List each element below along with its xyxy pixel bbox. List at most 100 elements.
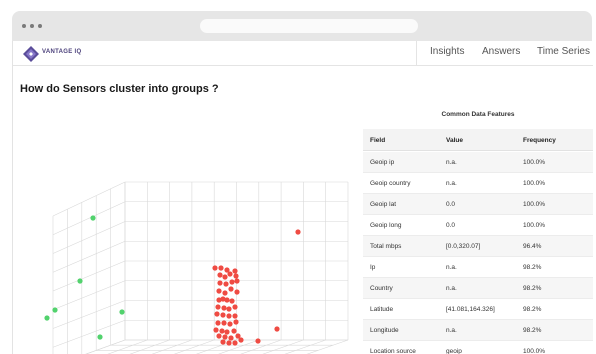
common-features-panel: Common Data Features Field Value Frequen…	[363, 106, 593, 354]
data-point-red[interactable]	[217, 272, 223, 278]
nav-time-series[interactable]: Time Series	[537, 46, 590, 57]
data-point-red[interactable]	[233, 319, 239, 325]
data-point-red[interactable]	[274, 326, 280, 332]
table-row: Ip n.a. 98.2%	[363, 257, 593, 278]
data-point-green[interactable]	[97, 334, 103, 340]
column-header-frequency: Frequency	[523, 137, 556, 144]
table-row: Total mbps [0.0,320.07] 96.4%	[363, 236, 593, 257]
data-point-green[interactable]	[44, 315, 50, 321]
field-cell: Geoip lat	[370, 201, 397, 208]
data-point-red[interactable]	[232, 313, 238, 319]
data-point-red[interactable]	[220, 339, 226, 345]
grid-line	[52, 280, 126, 311]
nav-answers[interactable]: Answers	[482, 46, 520, 57]
vantage-logo-icon	[23, 46, 39, 62]
table-row: Geoip country n.a. 100.0%	[363, 173, 593, 194]
cluster-3d-scatter-chart[interactable]	[13, 96, 363, 354]
table-row: Country n.a. 98.2%	[363, 278, 593, 299]
frequency-cell: 100.0%	[523, 201, 546, 208]
frequency-cell: 100.0%	[523, 159, 546, 166]
data-point-green[interactable]	[52, 307, 58, 313]
data-point-red[interactable]	[217, 280, 223, 286]
address-bar[interactable]	[200, 19, 418, 33]
grid-line	[52, 221, 126, 254]
nav-insights[interactable]: Insights	[430, 46, 464, 57]
value-cell: [0.0,320.07]	[446, 243, 481, 250]
grid-line	[52, 260, 126, 292]
frequency-cell: 100.0%	[523, 222, 546, 229]
app-window: VANTAGE IQ Insights Answers Time Series …	[12, 41, 593, 354]
data-point-red[interactable]	[228, 335, 234, 341]
data-point-red[interactable]	[226, 306, 232, 312]
grid-line	[52, 181, 126, 217]
data-point-red[interactable]	[215, 320, 221, 326]
table-row: Geoip ip n.a. 100.0%	[363, 152, 593, 173]
data-point-red[interactable]	[215, 304, 221, 310]
data-point-red[interactable]	[233, 273, 239, 279]
value-cell: 0.0	[446, 222, 456, 229]
data-point-red[interactable]	[226, 340, 232, 346]
data-point-red[interactable]	[232, 268, 238, 274]
data-point-green[interactable]	[77, 278, 83, 284]
browser-chrome	[12, 11, 592, 41]
window-dot-icon[interactable]	[38, 24, 42, 28]
chart-grid	[52, 181, 349, 354]
data-point-red[interactable]	[295, 229, 301, 235]
value-cell: geoip	[446, 348, 462, 354]
data-point-red[interactable]	[228, 286, 234, 292]
table-row: Location source geoip 100.0%	[363, 341, 593, 354]
field-cell: Longitude	[370, 327, 399, 334]
table-row: Longitude n.a. 98.2%	[363, 320, 593, 341]
window-dot-icon[interactable]	[30, 24, 34, 28]
data-point-red[interactable]	[232, 304, 238, 310]
nav-divider	[416, 41, 417, 66]
data-point-red[interactable]	[222, 334, 228, 340]
data-point-red[interactable]	[234, 278, 240, 284]
value-cell: n.a.	[446, 327, 457, 334]
field-cell: Geoip long	[370, 222, 402, 229]
data-point-red[interactable]	[227, 321, 233, 327]
window-dot-icon[interactable]	[22, 24, 26, 28]
data-point-red[interactable]	[221, 320, 227, 326]
data-point-red[interactable]	[231, 328, 237, 334]
data-point-red[interactable]	[212, 265, 218, 271]
data-point-red[interactable]	[214, 311, 220, 317]
value-cell: 0.0	[446, 201, 456, 208]
frequency-cell: 98.2%	[523, 285, 542, 292]
data-point-red[interactable]	[213, 327, 219, 333]
value-cell: n.a.	[446, 264, 457, 271]
table-row: Latitude [41.081,164.326] 98.2%	[363, 299, 593, 320]
data-point-red[interactable]	[216, 333, 222, 339]
data-point-red[interactable]	[219, 328, 225, 334]
top-navigation: VANTAGE IQ Insights Answers Time Series	[13, 41, 593, 66]
data-point-red[interactable]	[255, 338, 261, 344]
frequency-cell: 100.0%	[523, 180, 546, 187]
data-point-red[interactable]	[229, 279, 235, 285]
data-point-green[interactable]	[119, 309, 125, 315]
field-cell: Geoip country	[370, 180, 411, 187]
data-point-green[interactable]	[90, 215, 96, 221]
data-point-red[interactable]	[224, 297, 230, 303]
page-question: How do Sensors cluster into groups ?	[20, 83, 219, 95]
field-cell: Location source	[370, 348, 416, 354]
data-point-red[interactable]	[223, 281, 229, 287]
data-point-red[interactable]	[220, 312, 226, 318]
column-header-field: Field	[370, 137, 386, 144]
table-row: Geoip long 0.0 100.0%	[363, 215, 593, 236]
data-point-red[interactable]	[218, 265, 224, 271]
data-point-red[interactable]	[221, 305, 227, 311]
data-point-red[interactable]	[238, 337, 244, 343]
data-point-red[interactable]	[226, 313, 232, 319]
data-point-red[interactable]	[227, 271, 233, 277]
field-cell: Ip	[370, 264, 376, 271]
data-point-red[interactable]	[222, 290, 228, 296]
table-row: Geoip lat 0.0 100.0%	[363, 194, 593, 215]
frequency-cell: 98.2%	[523, 264, 542, 271]
data-point-red[interactable]	[224, 329, 230, 335]
field-cell: Total mbps	[370, 243, 402, 250]
data-point-red[interactable]	[216, 288, 222, 294]
data-point-red[interactable]	[234, 289, 240, 295]
data-point-red[interactable]	[222, 274, 228, 280]
data-point-red[interactable]	[229, 298, 235, 304]
data-point-red[interactable]	[232, 340, 238, 346]
